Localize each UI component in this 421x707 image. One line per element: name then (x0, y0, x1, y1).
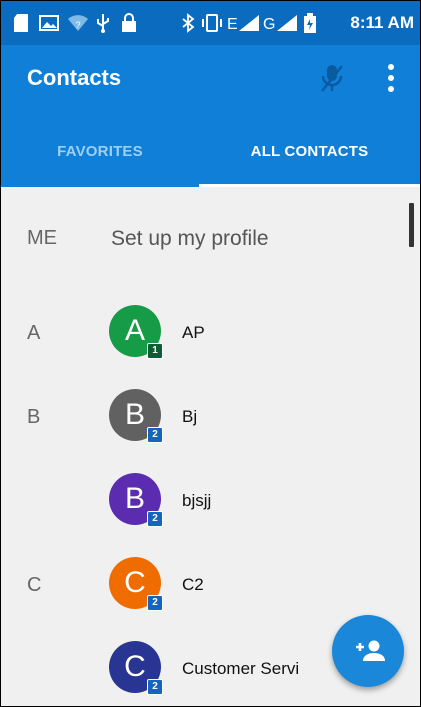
usb-icon (97, 14, 109, 33)
contact-name: Customer Servi (182, 659, 300, 678)
add-contact-button[interactable] (332, 615, 404, 687)
more-options-icon[interactable] (381, 61, 401, 95)
wifi-icon: ? (68, 15, 88, 31)
status-time: 8:11 AM (350, 13, 414, 32)
signal-g-icon: G (263, 15, 297, 33)
contact-name: Bj (182, 407, 198, 426)
contact-row[interactable]: B B 2 Bj (1, 375, 420, 455)
battery-icon (304, 13, 316, 33)
section-letter: A (27, 322, 41, 344)
svg-text:E: E (227, 16, 238, 33)
account-badge: 2 (147, 679, 163, 695)
section-letter: C (27, 574, 42, 596)
app-title: Contacts (27, 65, 122, 90)
my-profile-row[interactable]: ME Set up my profile (1, 187, 420, 267)
svg-text:G: G (263, 16, 275, 33)
avatar-initial: C (124, 650, 146, 683)
vibrate-icon (202, 14, 222, 32)
avatar-initial: B (124, 482, 145, 515)
phone-screen: ? E G 8:11 AM Contacts FAVORITES ALL CON… (0, 0, 421, 707)
set-up-profile-label: Set up my profile (111, 227, 269, 250)
microphone-off-icon[interactable] (319, 63, 345, 93)
contact-name: AP (182, 323, 205, 342)
lock-icon (122, 13, 136, 32)
add-person-icon (356, 640, 385, 661)
contact-row[interactable]: C C 2 C2 (1, 543, 420, 623)
account-badge: 1 (147, 343, 163, 359)
account-badge: 2 (147, 427, 163, 443)
contact-name: C2 (182, 575, 204, 594)
section-letter-me: ME (27, 227, 57, 249)
svg-text:?: ? (75, 20, 80, 30)
avatar-initial: A (124, 314, 145, 347)
app-bar: Contacts FAVORITES ALL CONTACTS (1, 45, 420, 187)
avatar-initial: C (124, 566, 146, 599)
contact-name: bjsjj (182, 491, 212, 510)
section-letter: B (27, 406, 41, 428)
contact-row[interactable]: B 2 bjsjj (1, 459, 420, 539)
account-badge: 2 (147, 595, 163, 611)
image-icon (39, 15, 59, 31)
account-badge: 2 (147, 511, 163, 527)
contact-row[interactable]: A A 1 AP (1, 291, 420, 371)
sd-card-icon (14, 14, 28, 32)
signal-e-icon: E (227, 15, 259, 33)
bluetooth-icon (182, 13, 195, 33)
avatar-initial: B (124, 398, 145, 431)
tab-favorites[interactable]: FAVORITES (1, 135, 199, 187)
tab-all-contacts[interactable]: ALL CONTACTS (199, 135, 420, 187)
status-bar: ? E G 8:11 AM (1, 1, 420, 45)
